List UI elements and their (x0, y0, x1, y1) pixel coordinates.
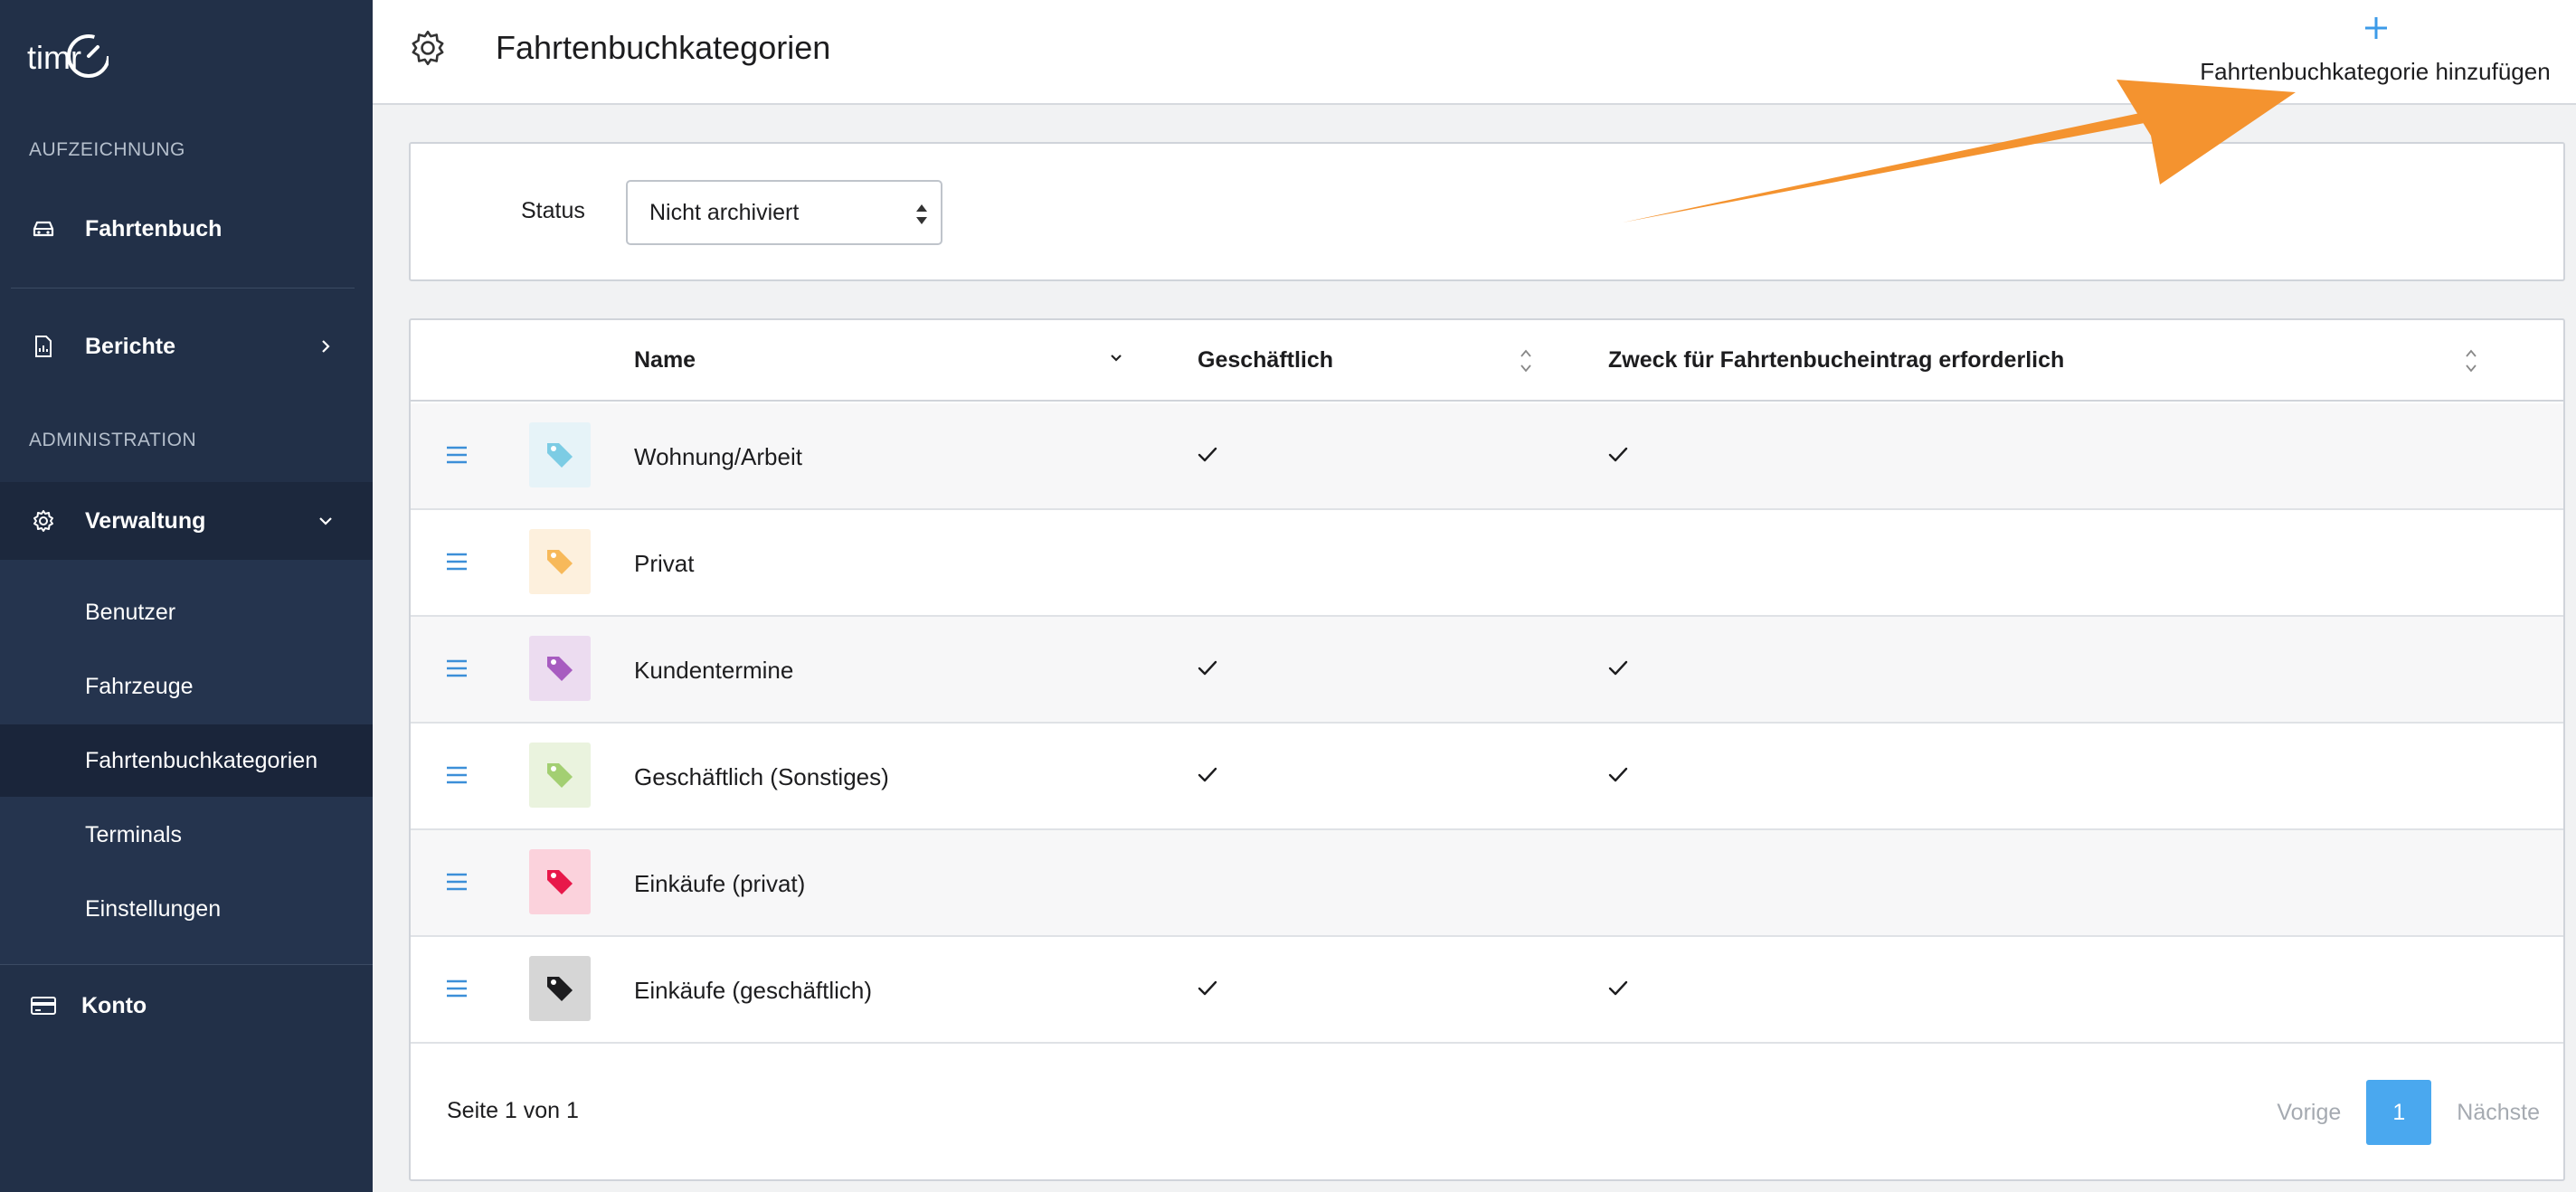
gear-icon (29, 506, 58, 535)
sidebar-subitem-logbook-categories[interactable]: Fahrtenbuchkategorien (0, 724, 373, 797)
business-check-icon (1194, 443, 1221, 467)
drag-handle-icon[interactable] (445, 657, 469, 680)
sidebar-subitem-settings[interactable]: Einstellungen (0, 873, 373, 945)
credit-card-icon (29, 991, 58, 1020)
tag-icon (529, 636, 591, 701)
table-row[interactable]: Einkäufe (geschäftlich) (411, 937, 2563, 1044)
sidebar-subitem-label: Terminals (85, 821, 182, 847)
sidebar-item-reports[interactable]: Berichte (0, 310, 373, 383)
sidebar-subitem-vehicles[interactable]: Fahrzeuge (0, 650, 373, 723)
page-title: Fahrtenbuchkategorien (496, 29, 831, 66)
status-select-value: Nicht archiviert (649, 200, 800, 225)
category-name: Privat (634, 550, 695, 577)
drag-handle-icon[interactable] (445, 870, 469, 894)
plus-icon (2363, 11, 2390, 47)
drag-handle-icon[interactable] (445, 763, 469, 787)
page-header: Fahrtenbuchkategorien Fahrtenbuchkategor… (373, 0, 2576, 105)
drag-handle-icon[interactable] (445, 443, 469, 467)
category-name: Einkäufe (privat) (634, 870, 806, 897)
tag-icon (529, 529, 591, 594)
sidebar-subitem-label: Einstellungen (85, 895, 222, 922)
sort-icon[interactable] (2462, 345, 2480, 376)
business-check-icon (1194, 977, 1221, 1000)
sidebar-item-label: Verwaltung (85, 507, 206, 534)
table-row[interactable]: Kundentermine (411, 617, 2563, 724)
table-header: Name Geschäftlich Zweck für Fahrtenbuche… (411, 320, 2563, 402)
section-label-recording: AUFZEICHNUNG (29, 139, 185, 160)
sidebar-divider (11, 288, 355, 289)
sort-desc-icon[interactable] (1107, 349, 1125, 380)
sidebar-subitem-label: Fahrtenbuchkategorien (85, 747, 318, 773)
table-footer: Seite 1 von 1 Vorige 1 Nächste (411, 1062, 2563, 1179)
drag-handle-icon[interactable] (445, 977, 469, 1000)
sidebar-item-label: Fahrtenbuch (85, 215, 223, 241)
purpose-check-icon (1605, 657, 1632, 680)
sidebar-divider (0, 964, 373, 965)
tag-icon (529, 849, 591, 914)
sidebar-item-logbook[interactable]: Fahrtenbuch (0, 193, 373, 265)
gear-icon (409, 29, 447, 67)
timr-logo[interactable]: timr (27, 31, 110, 81)
sidebar-subitem-label: Benutzer (85, 599, 176, 625)
business-check-icon (1194, 763, 1221, 787)
page-info: Seite 1 von 1 (447, 1098, 579, 1123)
category-name: Wohnung/Arbeit (634, 443, 802, 470)
purpose-check-icon (1605, 443, 1632, 467)
add-category-label: Fahrtenbuchkategorie hinzufügen (2200, 58, 2551, 85)
drag-handle-icon[interactable] (445, 550, 469, 573)
categories-table: Name Geschäftlich Zweck für Fahrtenbuche… (409, 318, 2565, 1181)
tag-icon (529, 956, 591, 1021)
sidebar: timr AUFZEICHNUNG Fahrtenbuch Berichte A… (0, 0, 373, 1192)
chevron-right-icon (315, 336, 336, 357)
car-icon (29, 214, 58, 243)
status-select[interactable]: Nicht archiviert (626, 180, 942, 245)
column-header-purpose[interactable]: Zweck für Fahrtenbucheintrag erforderlic… (1608, 347, 2064, 374)
prev-page-button[interactable]: Vorige (2277, 1100, 2341, 1126)
category-name: Einkäufe (geschäftlich) (634, 977, 873, 1004)
business-check-icon (1194, 657, 1221, 680)
column-header-business[interactable]: Geschäftlich (1198, 347, 1333, 374)
tag-icon (529, 743, 591, 808)
sidebar-subitem-terminals[interactable]: Terminals (0, 799, 373, 871)
purpose-check-icon (1605, 977, 1632, 1000)
sort-icon[interactable] (1517, 345, 1535, 376)
tag-icon (529, 422, 591, 487)
column-header-name[interactable]: Name (634, 347, 696, 374)
table-row[interactable]: Privat (411, 510, 2563, 617)
sidebar-item-management[interactable]: Verwaltung (0, 485, 373, 557)
sidebar-item-label: Berichte (85, 333, 176, 359)
current-page-button[interactable]: 1 (2366, 1080, 2432, 1145)
chevron-down-icon (315, 510, 336, 532)
filter-panel: Status Nicht archiviert (409, 142, 2565, 281)
table-row[interactable]: Wohnung/Arbeit (411, 403, 2563, 510)
report-icon (29, 332, 58, 361)
table-row[interactable]: Einkäufe (privat) (411, 830, 2563, 937)
sidebar-item-label: Konto (81, 992, 147, 1018)
purpose-check-icon (1605, 763, 1632, 787)
pagination: Vorige 1 Nächste (2277, 1080, 2540, 1145)
sidebar-subitem-users[interactable]: Benutzer (0, 576, 373, 648)
category-name: Kundentermine (634, 657, 794, 684)
add-category-button[interactable]: Fahrtenbuchkategorie hinzufügen (2185, 11, 2565, 92)
status-filter-label: Status (521, 198, 585, 223)
category-name: Geschäftlich (Sonstiges) (634, 763, 889, 790)
sidebar-subitem-label: Fahrzeuge (85, 673, 194, 699)
select-arrows-icon (914, 200, 930, 229)
sidebar-item-account[interactable]: Konto (0, 970, 373, 1042)
table-row[interactable]: Geschäftlich (Sonstiges) (411, 724, 2563, 830)
section-label-admin: ADMINISTRATION (29, 430, 197, 450)
next-page-button[interactable]: Nächste (2457, 1100, 2540, 1126)
